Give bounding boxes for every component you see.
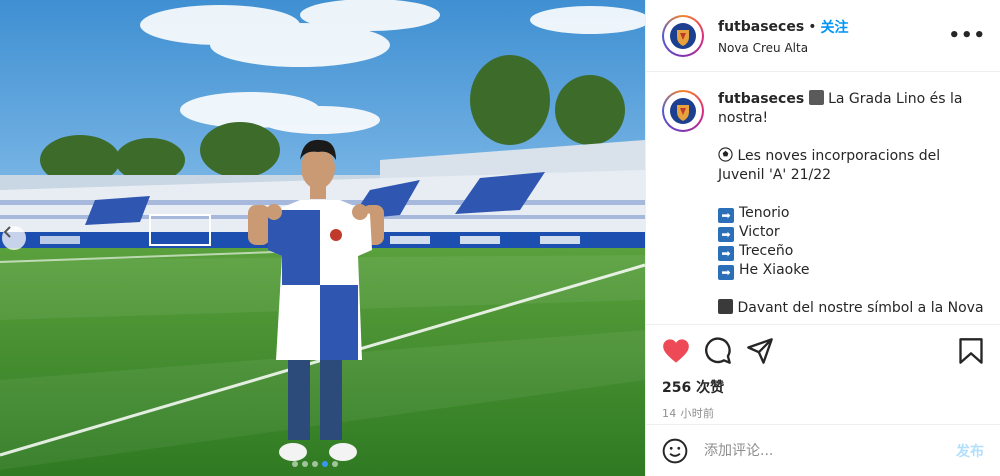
follow-button[interactable]: 关注 <box>820 17 848 37</box>
club-crest-icon <box>670 98 696 124</box>
like-count[interactable]: 256 次赞 <box>662 377 984 397</box>
carousel-dot <box>312 461 318 467</box>
carousel-dot <box>292 461 298 467</box>
separator-dot: • <box>808 18 817 35</box>
post-actions: 256 次赞 14 小时前 <box>646 324 1000 421</box>
carousel-indicator <box>292 461 338 467</box>
heart-icon <box>663 339 689 363</box>
comment-icon <box>705 337 731 364</box>
comment-button[interactable] <box>704 337 732 365</box>
player-list-item: ➡ Tenorio <box>718 204 984 223</box>
like-button[interactable] <box>662 338 690 364</box>
post-location[interactable]: Nova Creu Alta <box>718 41 948 55</box>
player-list-item: ➡ He Xiaoke <box>718 261 984 280</box>
caption-text: futbaseces La Grada Lino és la nostra! L… <box>718 90 984 324</box>
carousel-prev-button[interactable] <box>2 226 26 250</box>
carousel-dot <box>302 461 308 467</box>
more-options-icon[interactable]: ••• <box>948 25 986 46</box>
bookmark-icon <box>959 338 983 364</box>
chevron-left-icon <box>3 226 11 238</box>
carousel-dot-active <box>322 461 328 467</box>
post-side-panel: futbaseces • 关注 Nova Creu Alta ••• futba… <box>645 0 1000 476</box>
post-photo <box>0 0 645 476</box>
post-timestamp[interactable]: 14 小时前 <box>662 405 984 421</box>
caption-line-2: Les noves incorporacions del Juvenil 'A'… <box>718 148 941 183</box>
post-header: futbaseces • 关注 Nova Creu Alta ••• <box>646 0 1000 72</box>
share-button[interactable] <box>746 337 774 365</box>
post-comment-button[interactable]: 发布 <box>956 441 984 461</box>
caption-section: futbaseces La Grada Lino és la nostra! L… <box>646 72 1000 324</box>
soccer-ball-icon <box>718 147 733 162</box>
carousel-dot <box>332 461 338 467</box>
right-arrow-icon: ➡ <box>718 208 734 223</box>
save-button[interactable] <box>958 337 984 365</box>
post-username[interactable]: futbaseces <box>718 19 804 35</box>
right-arrow-icon: ➡ <box>718 265 734 280</box>
stadium-photo <box>0 0 645 476</box>
right-arrow-icon: ➡ <box>718 246 734 261</box>
camera-icon <box>718 299 733 314</box>
send-icon <box>747 338 773 364</box>
player-list-item: ➡ Treceño <box>718 242 984 261</box>
comment-input[interactable] <box>704 442 956 459</box>
avatar[interactable] <box>662 14 704 57</box>
caption-avatar[interactable] <box>662 90 704 132</box>
stadium-icon <box>808 90 824 105</box>
emoji-icon[interactable] <box>662 438 688 464</box>
caption-line-3: Davant del nostre símbol a la Nova <box>737 300 984 316</box>
player-list-item: ➡ Victor <box>718 223 984 242</box>
comment-bar: 发布 <box>646 424 1000 476</box>
right-arrow-icon: ➡ <box>718 227 734 242</box>
club-crest-icon <box>670 22 696 49</box>
caption-username[interactable]: futbaseces <box>718 91 804 107</box>
post-modal: futbaseces • 关注 Nova Creu Alta ••• futba… <box>0 0 1000 476</box>
